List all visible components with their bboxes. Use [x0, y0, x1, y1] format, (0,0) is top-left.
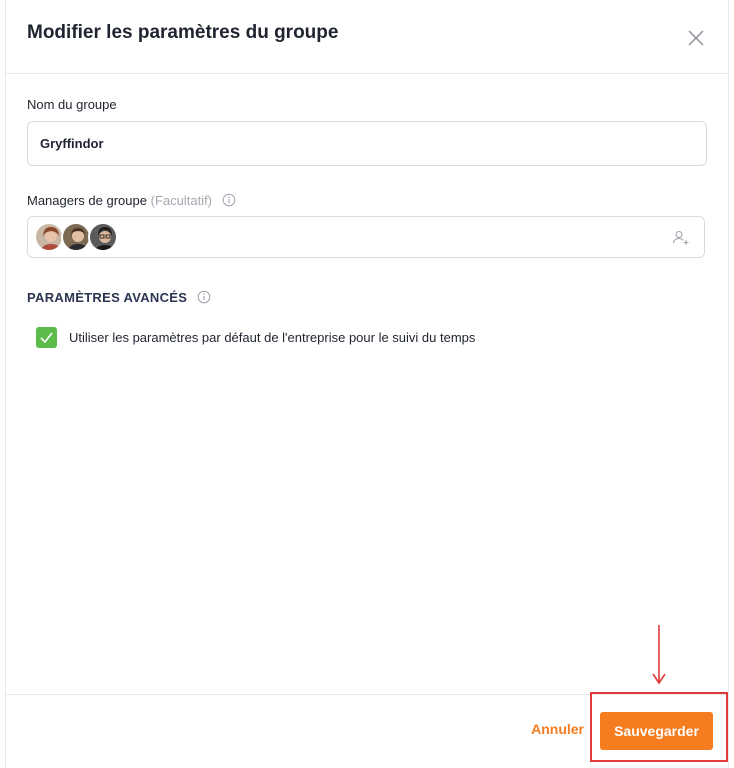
group-name-label: Nom du groupe	[27, 97, 117, 112]
info-icon[interactable]	[197, 290, 211, 307]
managers-field[interactable]	[27, 216, 705, 258]
checkmark-icon	[40, 332, 53, 344]
avatar[interactable]	[61, 222, 91, 252]
group-name-input[interactable]	[27, 121, 707, 166]
close-icon[interactable]	[686, 28, 706, 48]
edit-group-dialog: Modifier les paramètres du groupe Nom du…	[5, 0, 729, 768]
avatar[interactable]	[88, 222, 118, 252]
add-user-icon[interactable]	[672, 229, 690, 247]
default-settings-checkbox[interactable]	[36, 327, 57, 348]
cancel-button[interactable]: Annuler	[531, 721, 584, 737]
save-button[interactable]: Sauvegarder	[600, 712, 713, 750]
advanced-settings-text: PARAMÈTRES AVANCÉS	[27, 290, 188, 305]
optional-label: (Facultatif)	[150, 193, 213, 208]
dialog-footer: Annuler Sauvegarder	[6, 694, 728, 768]
info-icon[interactable]	[222, 193, 236, 210]
dialog-title: Modifier les paramètres du groupe	[27, 22, 339, 43]
avatar[interactable]	[34, 222, 64, 252]
advanced-settings-title: PARAMÈTRES AVANCÉS	[27, 290, 211, 307]
managers-label: Managers de groupe (Facultatif)	[27, 193, 236, 210]
default-settings-label[interactable]: Utiliser les paramètres par défaut de l'…	[69, 330, 475, 345]
dialog-header: Modifier les paramètres du groupe	[6, 0, 728, 74]
managers-label-text: Managers de groupe	[27, 193, 147, 208]
